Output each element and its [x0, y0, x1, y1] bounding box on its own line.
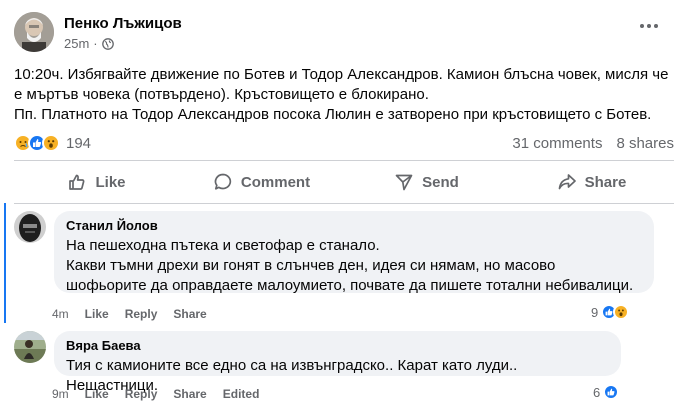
meta-separator: ·	[93, 36, 98, 51]
send-button[interactable]: Send	[344, 166, 509, 198]
globe-icon	[101, 37, 114, 50]
like-icon	[603, 384, 620, 400]
comment-text-line: Какви тъмни дрехи ви гонят в слънчев ден…	[66, 257, 556, 274]
comment-text-line: На пешеходна пътека и светофар е станало…	[66, 237, 380, 254]
comment-time[interactable]: 4m	[52, 307, 69, 321]
comment-edited-label: Edited	[222, 387, 260, 401]
comment-like-button[interactable]: Like	[85, 307, 109, 321]
commenter-avatar[interactable]	[14, 331, 46, 363]
comment-reaction-count: 6	[593, 384, 601, 400]
post-meta: 25m ·	[64, 36, 114, 51]
like-label: Like	[95, 173, 126, 191]
share-label: Share	[584, 173, 627, 191]
comment-text-line: шофьорите да оправдаете малоумието, почв…	[66, 277, 634, 294]
post-text-line: 10:20ч. Избягвайте движение по Ботев и Т…	[14, 66, 669, 83]
comment-button[interactable]: Comment	[179, 166, 344, 198]
post-action-bar: Like Comment Send Share	[14, 166, 674, 198]
comment-bubble: Вяра Баева Тия с камионите все едно са н…	[54, 331, 621, 394]
post-text-line: е мъртъв човека (потвърдено). Кръстовище…	[14, 86, 429, 103]
comments-count[interactable]: 31 comments	[512, 135, 602, 152]
commenter-name[interactable]: Станил Йолов	[66, 218, 642, 234]
shares-count[interactable]: 8 shares	[616, 135, 674, 152]
reaction-summary[interactable]: 194	[14, 134, 91, 152]
comment-time[interactable]: 9m	[52, 387, 69, 401]
comment-reply-button[interactable]: Reply	[125, 307, 158, 321]
comment-reaction-count: 9	[591, 304, 599, 320]
author-name[interactable]: Пенко Лъжицов	[64, 15, 182, 32]
thumbs-up-icon	[69, 174, 85, 190]
post-time[interactable]: 25m	[64, 36, 89, 51]
author-avatar[interactable]	[14, 12, 54, 52]
post-stats: 194 31 comments 8 shares	[14, 134, 674, 154]
comment-reply-button[interactable]: Reply	[125, 387, 158, 401]
engagement-counts: 31 comments 8 shares	[512, 135, 674, 152]
commenter-avatar[interactable]	[14, 211, 46, 243]
post-text: 10:20ч. Избягвайте движение по Ботев и Т…	[14, 65, 674, 125]
comment-icon	[214, 173, 232, 190]
comment-reactions[interactable]: 6	[593, 384, 620, 400]
divider	[14, 160, 674, 161]
commenter-name[interactable]: Вяра Баева	[66, 338, 609, 354]
like-button[interactable]: Like	[14, 166, 179, 198]
comment-reactions[interactable]: 9	[591, 304, 630, 320]
comment-share-button[interactable]: Share	[173, 307, 206, 321]
comment-share-button[interactable]: Share	[173, 387, 206, 401]
wow-icon	[42, 134, 60, 152]
divider	[14, 203, 674, 204]
send-icon	[395, 174, 413, 191]
post-header: Пенко Лъжицов 25m ·	[14, 12, 674, 56]
share-button[interactable]: Share	[509, 166, 674, 198]
comment-label: Comment	[240, 173, 311, 191]
reaction-count[interactable]: 194	[66, 135, 91, 152]
post-text-line: Пп. Платното на Тодор Александров посока…	[14, 106, 652, 123]
more-options-icon[interactable]	[640, 22, 660, 30]
comment-text: На пешеходна пътека и светофар е станало…	[66, 236, 642, 296]
comment-actions: 4m Like Reply Share	[52, 307, 207, 321]
send-label: Send	[422, 173, 459, 191]
wow-icon	[613, 304, 630, 320]
comment-like-button[interactable]: Like	[85, 387, 109, 401]
comments-thread-line	[4, 203, 6, 323]
comment-bubble: Станил Йолов На пешеходна пътека и свето…	[54, 211, 654, 296]
share-icon	[558, 174, 576, 190]
comment-actions: 9m Like Reply Share Edited	[52, 387, 259, 401]
